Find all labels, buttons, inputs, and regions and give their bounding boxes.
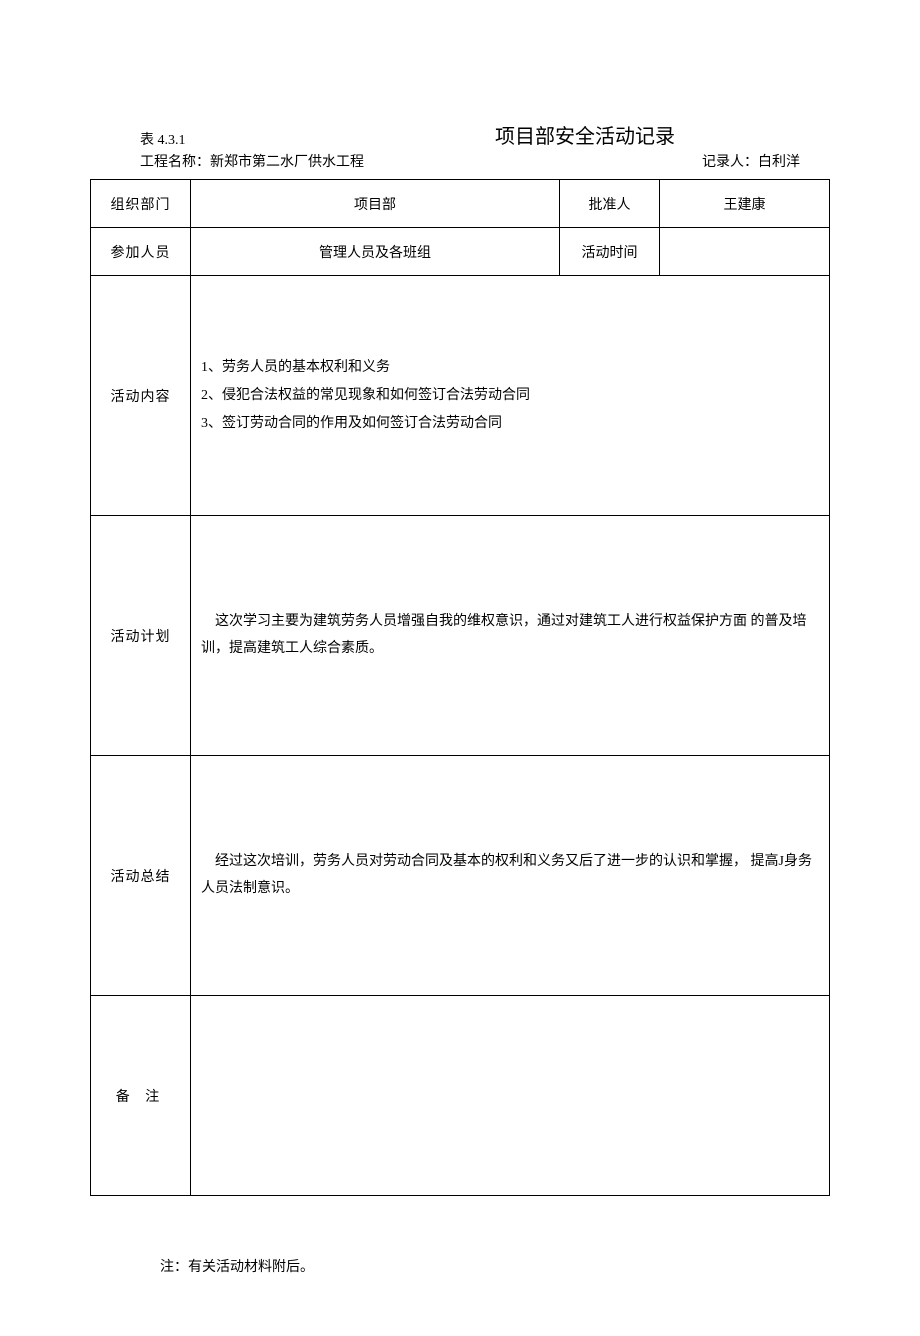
content-line-3: 3、签订劳动合同的作用及如何签订合法劳动合同: [201, 410, 819, 438]
table-row: 活动计划 这次学习主要为建筑劳务人员增强自我的维权意识，通过对建筑工人进行权益保…: [91, 516, 830, 756]
table-row: 备 注: [91, 996, 830, 1196]
activity-plan-label: 活动计划: [91, 516, 191, 756]
recorder: 记录人：白利洋: [702, 151, 800, 171]
record-table: 组织部门 项目部 批准人 王建康 参加人员 管理人员及各班组 活动时间 活动内容…: [90, 179, 830, 1196]
remark-value: [191, 996, 830, 1196]
recorder-label: 记录人：: [702, 155, 758, 170]
remark-label: 备 注: [91, 996, 191, 1196]
page-title: 项目部安全活动记录: [340, 120, 830, 149]
activity-plan-value: 这次学习主要为建筑劳务人员增强自我的维权意识，通过对建筑工人进行权益保护方面 的…: [191, 516, 830, 756]
table-row: 组织部门 项目部 批准人 王建康: [91, 180, 830, 228]
recorder-value: 白利洋: [758, 155, 800, 170]
plan-text: 这次学习主要为建筑劳务人员增强自我的维权意识，通过对建筑工人进行权益保护方面 的…: [201, 609, 819, 662]
activity-time-label: 活动时间: [560, 228, 660, 276]
activity-content-label: 活动内容: [91, 276, 191, 516]
content-line-2: 2、侵犯合法权益的常见现象和如何签订合法劳动合同: [201, 382, 819, 410]
activity-content-value: 1、劳务人员的基本权利和义务 2、侵犯合法权益的常见现象和如何签订合法劳动合同 …: [191, 276, 830, 516]
table-row: 活动总结 经过这次培训，劳务人员对劳动合同及基本的权利和义务又后了进一步的认识和…: [91, 756, 830, 996]
activity-summary-value: 经过这次培训，劳务人员对劳动合同及基本的权利和义务又后了进一步的认识和掌握， 提…: [191, 756, 830, 996]
header-row: 表 4.3.1 项目部安全活动记录: [90, 120, 830, 149]
approver-value: 王建康: [660, 180, 830, 228]
table-row: 活动内容 1、劳务人员的基本权利和义务 2、侵犯合法权益的常见现象和如何签订合法…: [91, 276, 830, 516]
approver-label: 批准人: [560, 180, 660, 228]
project-label: 工程名称：: [140, 155, 210, 170]
project-value: 新郑市第二水厂供水工程: [210, 155, 364, 170]
participants-label: 参加人员: [91, 228, 191, 276]
activity-summary-label: 活动总结: [91, 756, 191, 996]
meta-row: 工程名称：新郑市第二水厂供水工程 记录人：白利洋: [90, 151, 830, 171]
org-dept-label: 组织部门: [91, 180, 191, 228]
project-name: 工程名称：新郑市第二水厂供水工程: [140, 151, 364, 171]
footer-note: 注：有关活动材料附后。: [160, 1256, 830, 1276]
summary-text: 经过这次培训，劳务人员对劳动合同及基本的权利和义务又后了进一步的认识和掌握， 提…: [201, 849, 819, 902]
participants-value: 管理人员及各班组: [191, 228, 560, 276]
content-line-1: 1、劳务人员的基本权利和义务: [201, 354, 819, 382]
table-row: 参加人员 管理人员及各班组 活动时间: [91, 228, 830, 276]
activity-time-value: [660, 228, 830, 276]
org-dept-value: 项目部: [191, 180, 560, 228]
